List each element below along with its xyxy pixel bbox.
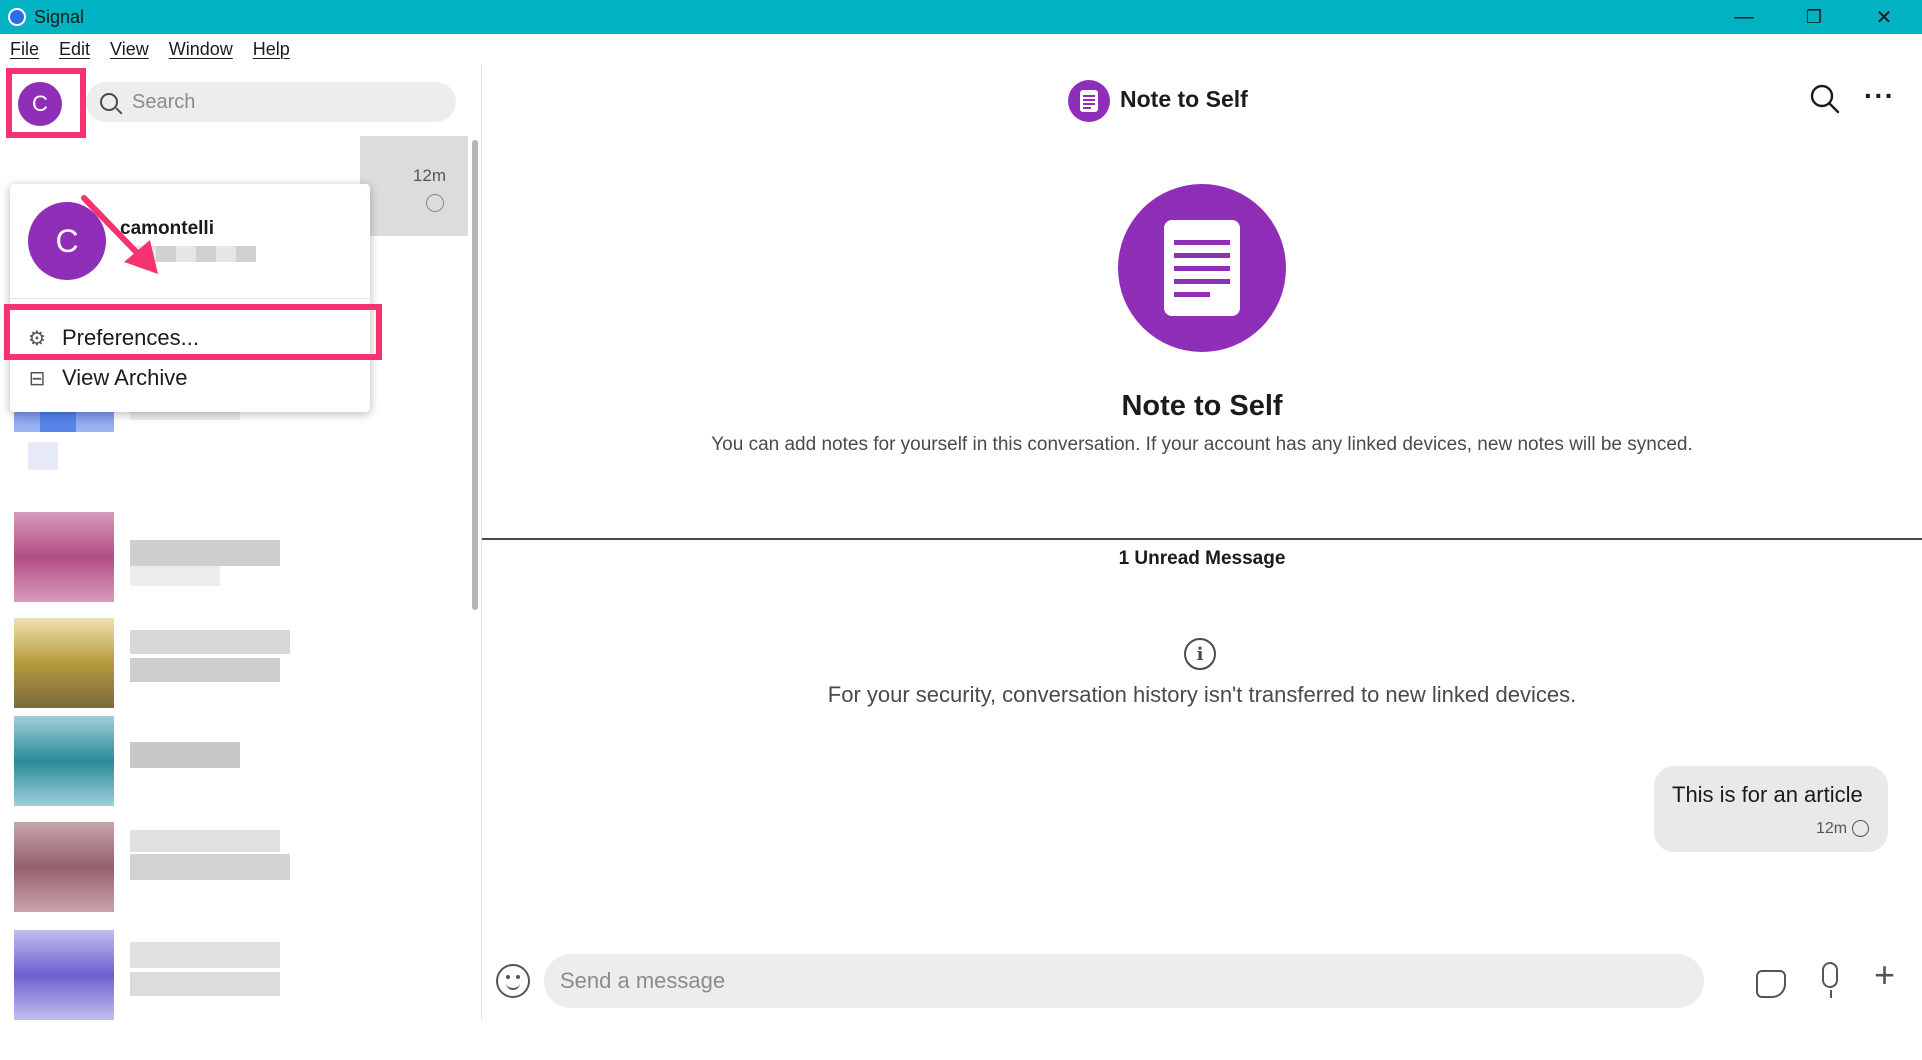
note-icon: [1080, 90, 1098, 112]
attach-plus-icon[interactable]: +: [1874, 954, 1895, 996]
unread-divider: [482, 538, 1922, 540]
maximize-button[interactable]: ❐: [1780, 0, 1848, 34]
window-titlebar: Signal — ❐ ✕: [0, 0, 1922, 34]
more-options-icon[interactable]: ···: [1864, 80, 1895, 112]
archive-icon: ⊟: [28, 367, 46, 390]
avatar-highlight-box: [6, 68, 86, 138]
outgoing-message-bubble[interactable]: This is for an article 12m: [1654, 766, 1888, 852]
emoji-icon[interactable]: [496, 964, 530, 998]
security-notice: For your security, conversation history …: [827, 682, 1577, 707]
unread-label: 1 Unread Message: [1118, 548, 1286, 569]
message-composer: Send a message +: [482, 950, 1922, 1020]
info-icon: i: [1184, 638, 1216, 670]
intro-title: Note to Self: [1121, 390, 1283, 422]
menu-window[interactable]: Window: [169, 39, 233, 60]
search-placeholder: Search: [132, 90, 196, 113]
view-archive-label: View Archive: [62, 365, 188, 390]
message-time: 12m: [1816, 820, 1848, 837]
menu-edit[interactable]: Edit: [59, 39, 90, 60]
note-to-self-header-avatar[interactable]: [1068, 80, 1110, 122]
document-icon: [1164, 220, 1240, 316]
message-text: This is for an article: [1672, 782, 1863, 807]
delivered-check-icon: [426, 194, 444, 212]
preferences-highlight-box: [4, 304, 382, 360]
menu-file[interactable]: File: [10, 39, 39, 60]
message-input-placeholder: Send a message: [560, 968, 726, 993]
conversation-header: Note to Self ···: [482, 64, 1922, 136]
menu-bar: File Edit View Window Help: [0, 34, 1922, 64]
conversation-pane: Note to Self ··· Note to Self You can ad…: [482, 64, 1922, 1020]
conversation-time: 12m: [412, 166, 446, 185]
window-title: Signal: [34, 6, 85, 27]
minimize-button[interactable]: —: [1710, 0, 1778, 34]
intro-description: You can add notes for yourself in this c…: [711, 434, 1693, 455]
close-button[interactable]: ✕: [1850, 0, 1918, 34]
menu-view[interactable]: View: [110, 39, 149, 60]
sidebar-scrollbar[interactable]: [472, 140, 478, 610]
sidebar: C Search 12m C camontelli ⚙ Preferences.…: [0, 64, 482, 1020]
note-to-self-large-avatar: [1118, 184, 1286, 352]
menu-help[interactable]: Help: [253, 39, 290, 60]
delivered-check-icon: [1852, 820, 1869, 837]
profile-popup-menu: C camontelli ⚙ Preferences... ⊟ View Arc…: [10, 184, 370, 412]
microphone-icon[interactable]: [1822, 962, 1838, 998]
conversation-list-item[interactable]: 12m: [360, 136, 468, 236]
sticker-icon[interactable]: [1756, 970, 1786, 998]
signal-logo-icon: [8, 8, 26, 26]
conversation-title[interactable]: Note to Self: [1120, 86, 1248, 113]
search-icon[interactable]: [1810, 84, 1840, 114]
search-input[interactable]: Search: [86, 82, 456, 122]
popup-divider: [10, 298, 370, 299]
message-input[interactable]: Send a message: [544, 954, 1704, 1008]
view-archive-menu-item[interactable]: ⊟ View Archive: [26, 358, 356, 398]
search-icon: [100, 93, 118, 111]
annotation-arrow: [81, 195, 158, 274]
blurred-conversation-list: [14, 352, 314, 1020]
